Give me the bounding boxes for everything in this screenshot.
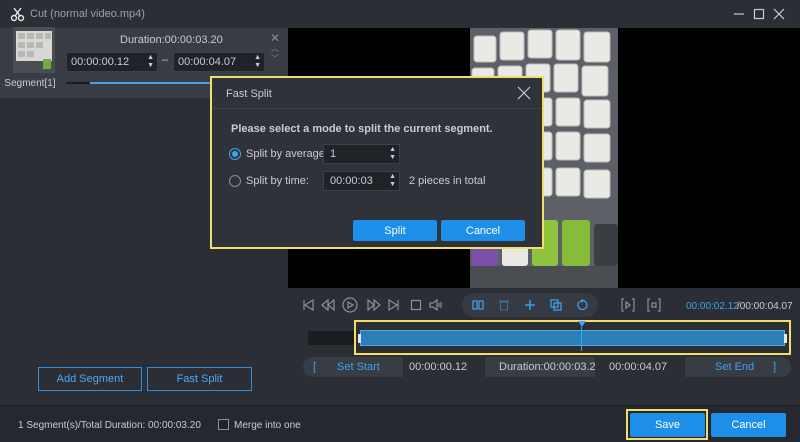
play-icon[interactable]: [342, 297, 358, 313]
segment-start-value: 00:00:00.12: [71, 56, 130, 68]
stepper-icon[interactable]: ▲ ▼: [254, 54, 261, 70]
volume-icon[interactable]: [428, 297, 444, 313]
segment-end-value: 00:00:04.07: [178, 56, 237, 68]
range-start-value: 00:00:00.12: [409, 361, 468, 373]
set-end-button[interactable]: Set End: [715, 361, 754, 373]
dialog-prompt: Please select a mode to split the curren…: [231, 123, 493, 135]
cancel-button[interactable]: Cancel: [711, 413, 786, 437]
split-time-value: 00:00:03: [330, 175, 373, 187]
current-time: 00:00:02.12: [686, 301, 739, 312]
playhead-icon[interactable]: [578, 321, 586, 327]
range-start-field[interactable]: 00:00:00.12: [403, 357, 485, 377]
mark-out-icon[interactable]: [646, 297, 662, 313]
stepper-icon[interactable]: ▲ ▼: [147, 54, 154, 70]
segment-start-field[interactable]: 00:00:00.12 ▲ ▼: [66, 52, 158, 72]
copy-icon[interactable]: [548, 297, 564, 313]
range-end-value: 00:00:04.07: [609, 361, 668, 373]
split-by-time-radio[interactable]: [229, 175, 241, 187]
set-end-bracket[interactable]: ]: [773, 361, 776, 373]
cut-window: Cut (normal video.mp4) Segment[1] Durati…: [0, 0, 800, 442]
skip-back-icon[interactable]: [300, 297, 316, 313]
segment-duration: Duration:00:00:03.20: [120, 34, 223, 46]
dialog-close-icon[interactable]: [517, 86, 531, 100]
add-segment-button[interactable]: Add Segment: [38, 367, 142, 391]
dialog-cancel-button[interactable]: Cancel: [441, 220, 525, 241]
rewind-icon[interactable]: [320, 297, 336, 313]
segment-end-field[interactable]: 00:00:04.07 ▲ ▼: [173, 52, 265, 72]
mark-in-icon[interactable]: [620, 297, 636, 313]
delete-icon[interactable]: [496, 297, 512, 313]
maximize-icon[interactable]: [750, 5, 768, 23]
window-title: Cut (normal video.mp4): [30, 8, 145, 20]
fast-split-button[interactable]: Fast Split: [147, 367, 252, 391]
title-bar: Cut (normal video.mp4): [0, 0, 800, 28]
set-start-bracket[interactable]: [: [313, 361, 316, 373]
skip-forward-icon[interactable]: [386, 297, 402, 313]
segment-thumbnail[interactable]: [13, 27, 55, 73]
segment-progress: [66, 82, 216, 84]
total-time: /00:00:04.07: [737, 301, 793, 312]
stepper-icon[interactable]: ▲ ▼: [389, 173, 396, 189]
stop-icon[interactable]: [408, 297, 424, 313]
split-by-time-label: Split by time:: [246, 175, 309, 187]
pieces-text: 2 pieces in total: [409, 175, 486, 187]
segment-progress-fill: [90, 82, 216, 84]
scissors-icon: [10, 6, 26, 22]
fast-forward-icon[interactable]: [366, 297, 382, 313]
segment-label: Segment[1]: [4, 78, 56, 90]
timeline[interactable]: [354, 320, 791, 355]
average-count-value: 1: [330, 148, 337, 160]
split-by-average-radio[interactable]: [229, 148, 241, 160]
save-button[interactable]: Save: [630, 413, 705, 437]
set-start-button[interactable]: Set Start: [337, 361, 380, 373]
split-time-field[interactable]: 00:00:03 ▲ ▼: [323, 171, 400, 191]
split-button[interactable]: Split: [353, 220, 437, 241]
stepper-icon[interactable]: ▲ ▼: [389, 146, 396, 162]
merge-label: Merge into one: [234, 420, 301, 431]
timeline-left-handle[interactable]: [358, 334, 361, 343]
timeline-right-handle[interactable]: [784, 334, 787, 343]
minimize-icon[interactable]: [730, 5, 748, 23]
fast-split-dialog: Fast Split Please select a mode to split…: [210, 76, 544, 249]
reset-icon[interactable]: [574, 297, 590, 313]
dialog-title: Fast Split: [226, 88, 272, 100]
range-dash: –: [162, 54, 169, 66]
range-bar: [ Set Start 00:00:00.12 Duration:00:00:0…: [303, 357, 791, 377]
dialog-divider: [212, 108, 542, 109]
add-icon[interactable]: [522, 297, 538, 313]
split-icon[interactable]: [470, 297, 486, 313]
merge-checkbox[interactable]: [218, 419, 229, 430]
timeline-track-left: [308, 331, 356, 345]
split-by-average-label: Split by average:: [246, 148, 328, 160]
playhead-line: [581, 327, 582, 351]
average-count-field[interactable]: 1 ▲ ▼: [323, 144, 400, 164]
range-end-field[interactable]: 00:00:04.07: [595, 357, 685, 377]
summary-text: 1 Segment(s)/Total Duration: 00:00:03.20: [18, 420, 201, 431]
close-icon[interactable]: [770, 5, 788, 23]
range-duration: Duration:00:00:03.20: [499, 361, 602, 373]
segment-move-down-icon[interactable]: ﹀: [271, 53, 279, 64]
timeline-segment[interactable]: [358, 330, 787, 346]
